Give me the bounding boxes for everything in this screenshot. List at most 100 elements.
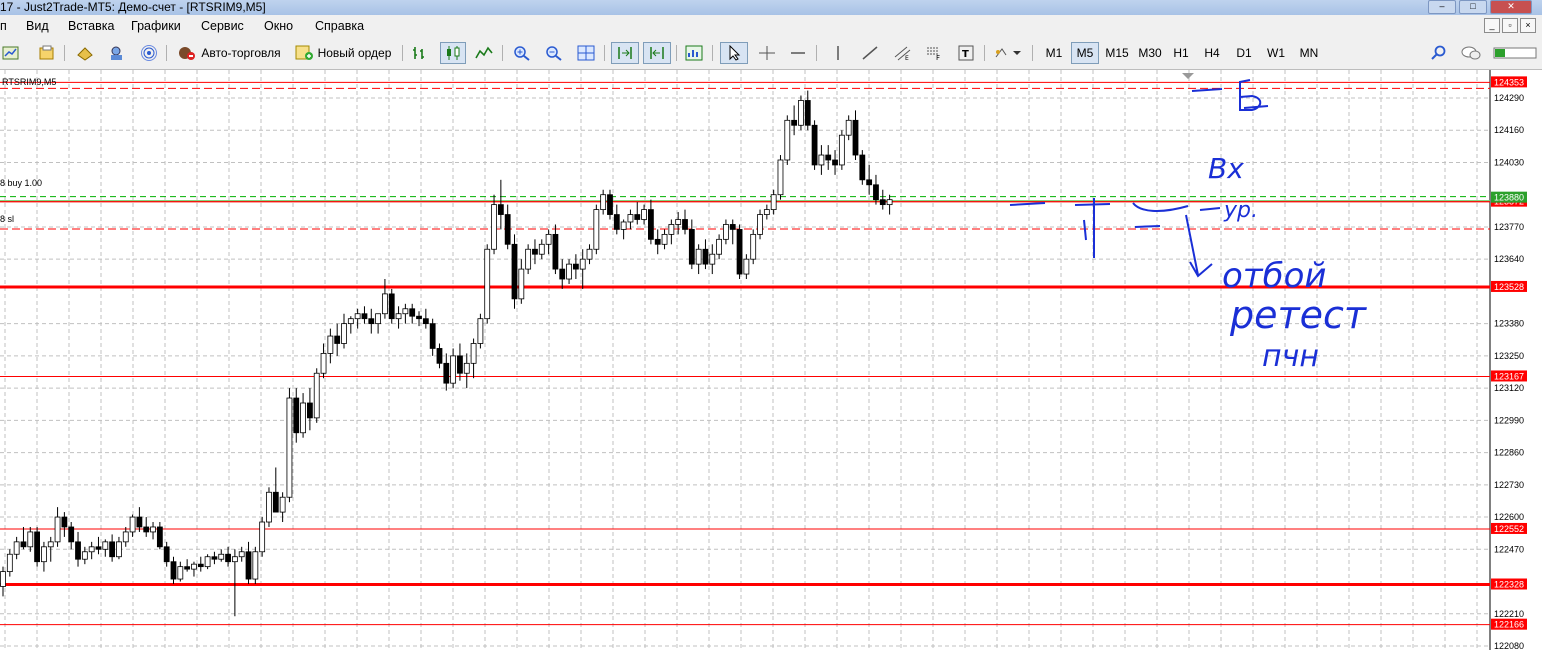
- menu-item-tools[interactable]: Сервис: [201, 19, 244, 33]
- mdi-minimize-button[interactable]: _: [1484, 18, 1500, 33]
- candle-bull: [818, 154, 825, 166]
- signal-icon[interactable]: [138, 42, 160, 64]
- candle-bull: [470, 343, 477, 364]
- new-order-icon: [295, 45, 313, 60]
- close-button[interactable]: ✕: [1490, 0, 1532, 14]
- price-tick-label: 122600: [1494, 512, 1524, 522]
- timeframe-h4[interactable]: H4: [1199, 42, 1225, 64]
- timeframe-d1[interactable]: D1: [1231, 42, 1257, 64]
- toolbar-separator: [984, 45, 985, 61]
- autotrade-icon: [179, 47, 196, 60]
- menu-item-charts[interactable]: Графики: [131, 19, 181, 33]
- candle-bull: [668, 224, 675, 235]
- candle-bull: [150, 526, 156, 533]
- horizontal-line-tool-icon[interactable]: [786, 42, 810, 64]
- candle-bull: [477, 318, 484, 344]
- candle-bull: [47, 541, 54, 548]
- timeframe-mn[interactable]: MN: [1295, 42, 1323, 64]
- candle-bull: [27, 531, 34, 548]
- line-chart-mode-icon[interactable]: [472, 42, 496, 64]
- timeframe-m15[interactable]: M15: [1102, 42, 1132, 64]
- candle-bear: [791, 119, 798, 126]
- candle-bear: [136, 516, 143, 528]
- toolbar-separator: [604, 45, 605, 61]
- channel-tool-icon[interactable]: E: [890, 42, 914, 64]
- navigator-icon[interactable]: [106, 42, 128, 64]
- candle-bear: [559, 268, 566, 280]
- candle-bull: [777, 159, 784, 196]
- candle-bear: [334, 335, 341, 344]
- objects-dropdown-icon[interactable]: [990, 42, 1026, 64]
- candle-bull: [545, 233, 552, 245]
- candle-bear: [613, 214, 620, 230]
- price-tick-label: 123380: [1494, 319, 1524, 329]
- trendline-tool-icon[interactable]: [858, 42, 882, 64]
- candle-bull: [102, 541, 109, 550]
- maximize-button[interactable]: □: [1459, 0, 1487, 14]
- timeframe-h1[interactable]: H1: [1168, 42, 1194, 64]
- cursor-tool-icon[interactable]: [720, 42, 748, 64]
- timeframe-m1[interactable]: M1: [1040, 42, 1068, 64]
- bar-chart-mode-icon[interactable]: [408, 42, 432, 64]
- menu-item-file[interactable]: п: [0, 19, 7, 33]
- indicators-icon[interactable]: [682, 42, 706, 64]
- candle-bear: [736, 229, 743, 275]
- chart-shift-icon[interactable]: [643, 42, 671, 64]
- menu-item-insert[interactable]: Вставка: [68, 19, 114, 33]
- order-buy-label: 8 buy 1.00: [0, 178, 42, 188]
- mdi-close-button[interactable]: ×: [1520, 18, 1536, 33]
- crosshair-tool-icon[interactable]: [755, 42, 779, 64]
- fibonacci-tool-icon[interactable]: F: [922, 42, 946, 64]
- new-chart-icon[interactable]: [0, 42, 22, 64]
- level-tag-label: 123528: [1494, 282, 1524, 292]
- menu-item-window[interactable]: Окно: [264, 19, 293, 33]
- candle-bear: [75, 541, 81, 560]
- candle-bear: [436, 348, 443, 364]
- candle-bear: [634, 214, 641, 220]
- candle-bull: [579, 258, 586, 270]
- toolbar-separator: [816, 45, 817, 61]
- candle-bear: [832, 159, 838, 166]
- candle-bull: [784, 119, 791, 161]
- candle-bear: [361, 313, 368, 320]
- candlesticks: [0, 90, 893, 617]
- zoom-out-icon[interactable]: [542, 42, 566, 64]
- market-watch-icon[interactable]: [74, 42, 96, 64]
- chat-icon[interactable]: [1458, 42, 1484, 64]
- price-tick-label: 124290: [1494, 93, 1524, 103]
- price-chart[interactable]: 124290 124160 124030 123770 123640 123380 1232…: [0, 70, 1542, 650]
- timeframe-m30[interactable]: M30: [1135, 42, 1165, 64]
- level-tag-label: 124353: [1494, 77, 1524, 87]
- candle-bull: [286, 397, 293, 498]
- profiles-icon[interactable]: [36, 42, 58, 64]
- timeframe-m5[interactable]: M5: [1071, 42, 1099, 64]
- menu-item-view[interactable]: Вид: [26, 19, 49, 33]
- autotrade-button[interactable]: Авто-торговля: [174, 42, 284, 64]
- candle-bull: [757, 214, 763, 235]
- new-order-button[interactable]: Новый ордер: [291, 42, 395, 64]
- candle-bull: [341, 323, 347, 344]
- toolbar-separator: [64, 45, 65, 61]
- minimize-button[interactable]: –: [1428, 0, 1456, 14]
- connection-status-icon[interactable]: [1492, 42, 1538, 64]
- candle-bear: [504, 214, 511, 245]
- candle-bear: [225, 553, 231, 563]
- candle-bear: [422, 318, 429, 325]
- zoom-in-icon[interactable]: [510, 42, 534, 64]
- search-icon[interactable]: [1428, 42, 1450, 64]
- chart-canvas[interactable]: 124290 124160 124030 123770 123640 123380 1232…: [0, 70, 1542, 650]
- tile-windows-icon[interactable]: [574, 42, 598, 64]
- candle-bull: [627, 214, 634, 223]
- timeframe-w1[interactable]: W1: [1263, 42, 1289, 64]
- candle-bull: [13, 541, 20, 555]
- candle-bear: [211, 556, 218, 560]
- toolbar-separator: [402, 45, 403, 61]
- text-tool-icon[interactable]: T: [954, 42, 978, 64]
- menu-item-help[interactable]: Справка: [315, 19, 364, 33]
- auto-scroll-icon[interactable]: [611, 42, 639, 64]
- vertical-line-tool-icon[interactable]: [826, 42, 850, 64]
- candle-chart-mode-icon[interactable]: [440, 42, 466, 64]
- candle-bull: [798, 100, 804, 126]
- mdi-restore-button[interactable]: ▫: [1502, 18, 1518, 33]
- candle-bull: [313, 372, 320, 419]
